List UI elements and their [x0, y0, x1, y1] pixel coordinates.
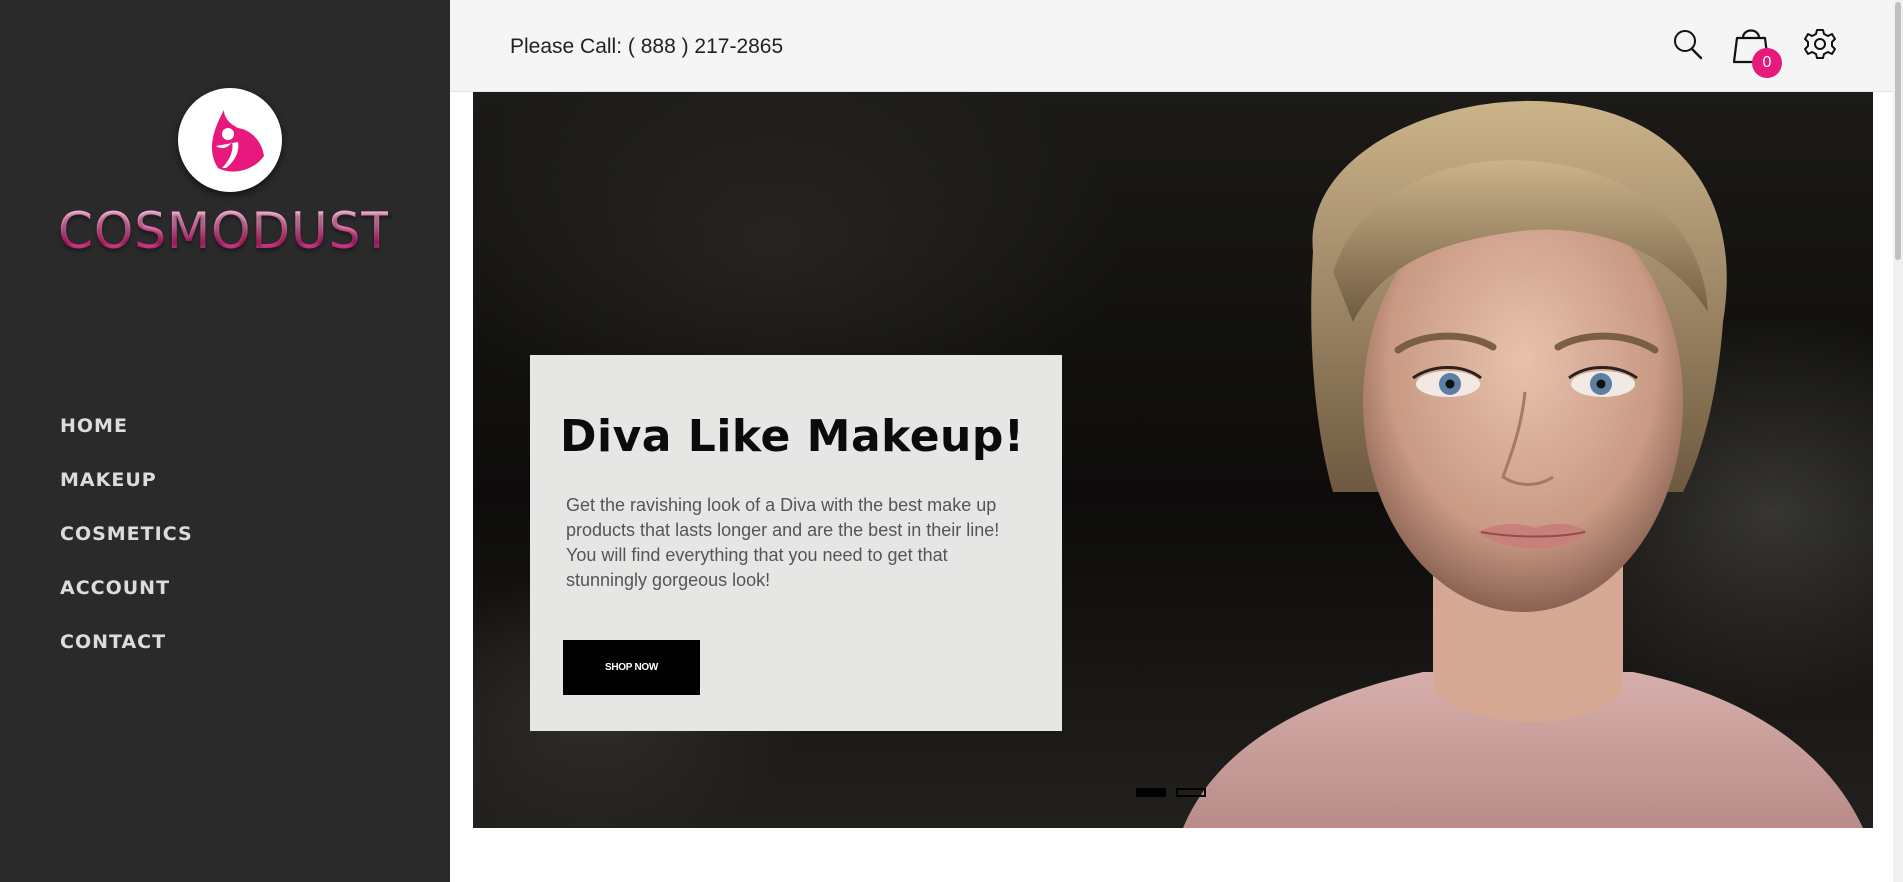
hero-model-image: [1183, 100, 1863, 828]
logo-emblem-icon: [178, 88, 282, 192]
page-scrollbar[interactable]: [1893, 0, 1903, 882]
nav-item-contact[interactable]: CONTACT: [60, 622, 193, 676]
nav-item-cosmetics[interactable]: COSMETICS: [60, 514, 193, 568]
brand-logo[interactable]: COSMODUST: [58, 88, 393, 260]
top-header: Please Call: ( 888 ) 217-2865 0: [450, 0, 1893, 92]
scrollbar-thumb[interactable]: [1895, 2, 1901, 260]
brand-name: COSMODUST: [58, 202, 393, 260]
hero-caption: Diva Like Makeup! Get the ravishing look…: [530, 355, 1062, 731]
nav-item-home[interactable]: HOME: [60, 406, 193, 460]
search-icon[interactable]: [1670, 24, 1706, 64]
hero-title: Diva Like Makeup!: [560, 411, 1025, 462]
shop-now-button[interactable]: SHOP NOW: [563, 640, 700, 695]
nav-item-account[interactable]: ACCOUNT: [60, 568, 193, 622]
slide-indicator-2[interactable]: [1176, 788, 1206, 797]
hero-slider: Diva Like Makeup! Get the ravishing look…: [473, 92, 1873, 828]
nav-item-makeup[interactable]: MAKEUP: [60, 460, 193, 514]
cart-count-badge: 0: [1752, 48, 1782, 78]
phone-number: Please Call: ( 888 ) 217-2865: [510, 35, 784, 58]
main-nav: HOME MAKEUP COSMETICS ACCOUNT CONTACT: [60, 406, 193, 676]
sidebar: COSMODUST HOME MAKEUP COSMETICS ACCOUNT …: [0, 0, 450, 882]
gear-icon[interactable]: [1802, 24, 1838, 64]
slide-indicator-1-active[interactable]: [1136, 788, 1166, 797]
hero-description: Get the ravishing look of a Diva with th…: [566, 495, 1000, 590]
